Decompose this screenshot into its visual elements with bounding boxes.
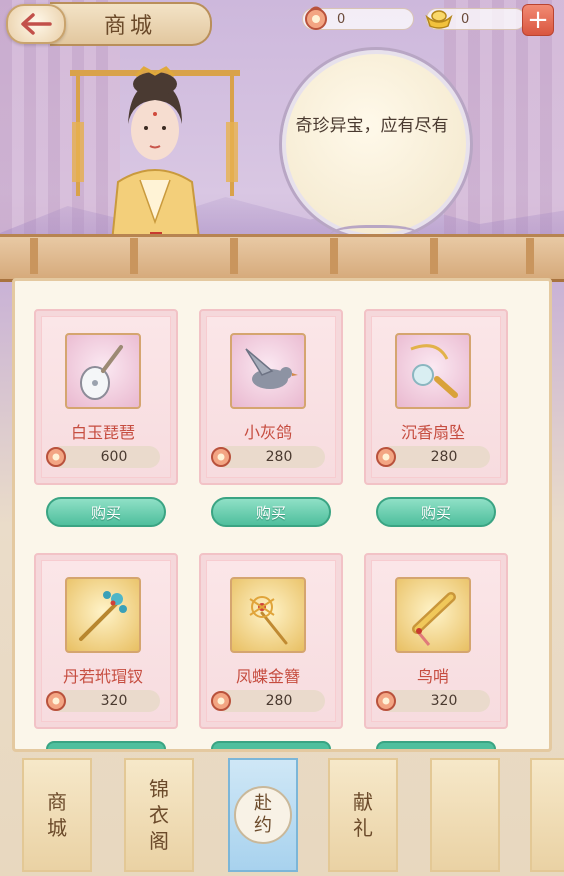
item-name: 凤蝶金簪 [235, 667, 300, 686]
gold-amount: 0 [461, 11, 470, 27]
item-icon-frame [395, 333, 471, 409]
plus-icon: + [527, 5, 549, 35]
silver-coin-pouch-icon [211, 691, 231, 711]
item-icon-frame [230, 577, 306, 653]
page-title: 商城 [103, 14, 156, 39]
shopkeeper-lady-portrait [70, 66, 240, 262]
gold-ingot-icon [425, 10, 453, 29]
item-name: 小灰鸽 [243, 423, 292, 442]
back-arrow-icon [21, 13, 52, 35]
shop-item-card[interactable]: 丹若玳瑁钗 320 [34, 553, 178, 729]
silver-coin-pouch-icon [46, 691, 66, 711]
buy-button[interactable]: 购买 [46, 497, 166, 527]
buy-button[interactable]: 购买 [376, 497, 496, 527]
shop-item-card[interactable]: 凤蝶金簪 280 [199, 553, 343, 729]
hairpin-icon [79, 591, 127, 641]
tab-empty[interactable] [430, 758, 500, 872]
item-icon-frame [65, 333, 141, 409]
balcony-railing [0, 234, 564, 282]
item-name: 丹若玳瑁钗 [62, 667, 143, 686]
shop-item-card[interactable]: 小灰鸽 280 [199, 309, 343, 485]
tab-empty[interactable] [530, 758, 564, 872]
silver-amount: 0 [337, 11, 346, 27]
shopkeeper-speech: 奇珍异宝，应有尽有 [295, 116, 449, 136]
tab-label: 锦衣阁 [149, 777, 169, 853]
shop-item-card[interactable]: 沉香扇坠 280 [364, 309, 508, 485]
speech-moon-frame [282, 50, 470, 238]
item-name: 鸟哨 [416, 667, 449, 686]
buy-button[interactable]: 购买 [211, 497, 331, 527]
tab-gift[interactable]: 献礼 [328, 758, 398, 872]
tab-label: 赴约 [254, 793, 272, 836]
railing-post [230, 238, 238, 274]
silver-coin-pouch-icon [46, 447, 66, 467]
silver-coin-pouch-icon [376, 691, 396, 711]
tab-appointment[interactable]: 赴约 [228, 758, 298, 872]
tab-active-badge: 赴约 [234, 786, 292, 844]
item-icon-frame [230, 333, 306, 409]
item-name: 白玉琵琶 [70, 423, 135, 442]
bird-whistle-icon [412, 592, 456, 646]
railing-post [430, 238, 438, 274]
tab-label: 献礼 [353, 790, 373, 840]
add-currency-button[interactable]: + [522, 4, 554, 36]
silver-coin-pouch-icon [376, 447, 396, 467]
back-button[interactable] [6, 4, 66, 44]
item-name: 沉香扇坠 [400, 423, 465, 442]
railing-post [30, 238, 38, 274]
item-icon-frame [395, 577, 471, 653]
item-icon-frame [65, 577, 141, 653]
grey-dove-icon [245, 348, 298, 389]
pipa-lute-icon [80, 345, 123, 400]
tab-wardrobe[interactable]: 锦衣阁 [124, 758, 194, 872]
railing-post [330, 238, 338, 274]
shop-item-card[interactable]: 鸟哨 320 [364, 553, 508, 729]
gold-hairpin-icon [249, 596, 288, 645]
railing-post [526, 238, 534, 274]
silver-coin-pouch-icon [211, 447, 231, 467]
page-title-plate: 商城 [50, 2, 212, 46]
fan-pendant-icon [410, 344, 458, 398]
tab-shop[interactable]: 商城 [22, 758, 92, 872]
buy-button[interactable] [211, 741, 331, 749]
buy-button[interactable] [46, 741, 166, 749]
shop-item-panel: 白玉琵琶 600 小灰鸽 280 沉香扇坠 280 购买 购买 购买 丹若玳瑁钗… [12, 278, 552, 752]
railing-post [130, 238, 138, 274]
silver-coin-pouch-icon [305, 6, 327, 30]
shop-item-card[interactable]: 白玉琵琶 600 [34, 309, 178, 485]
buy-button[interactable] [376, 741, 496, 749]
tab-label: 商城 [47, 790, 67, 840]
